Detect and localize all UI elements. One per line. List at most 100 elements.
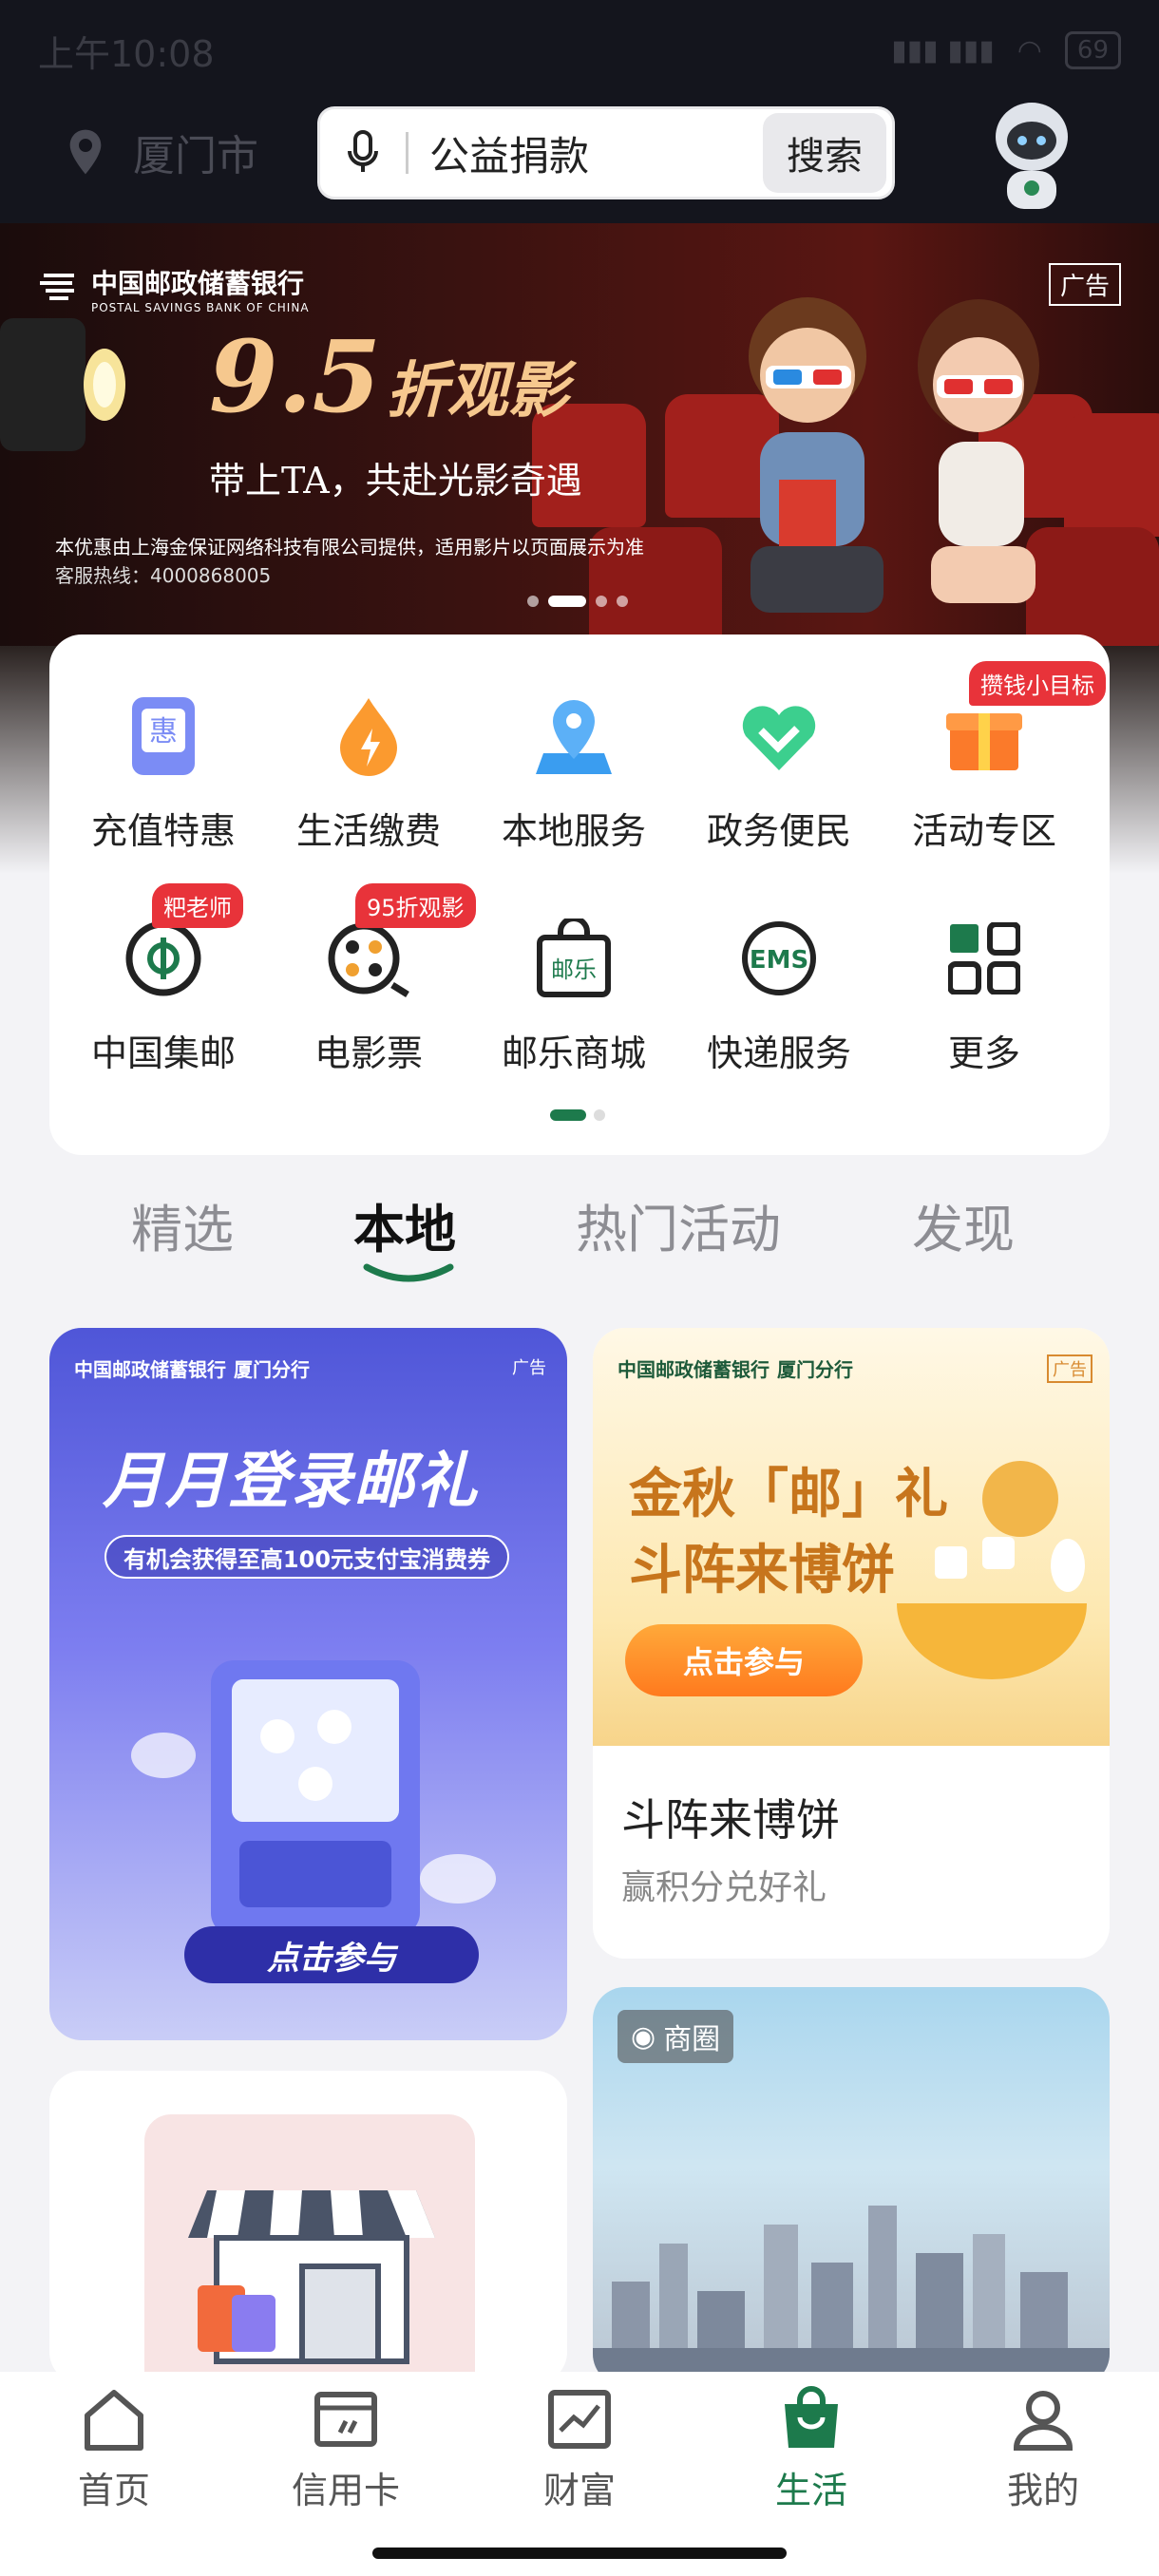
card-bank-logo: 中国邮政储蓄银行 厦门分行 — [618, 1354, 853, 1382]
projector-illustration — [0, 318, 125, 451]
feed-card-mooncake[interactable]: 中国邮政储蓄银行 厦门分行 广告 金秋「邮」礼 斗阵来博饼 点击参与 斗阵来博饼… — [593, 1328, 1110, 1959]
postal-bank-logo-icon — [40, 274, 74, 300]
nav-credit-card[interactable]: 信用卡 — [270, 2385, 422, 2513]
service-recharge[interactable]: 惠 充值特惠 — [68, 693, 258, 854]
location-pin-icon — [69, 129, 102, 175]
service-label: 中国集邮 — [90, 1032, 236, 1074]
nav-wealth[interactable]: 财富 — [504, 2385, 656, 2513]
banner-page-indicator — [527, 596, 628, 607]
feed-card-monthly-login[interactable]: 中国邮政储蓄银行 厦门分行 广告 月月登录邮礼 有机会获得至高100元支付宝消费… — [49, 1328, 567, 2040]
service-grid: 惠 充值特惠 生活缴费 本地服务 政务便民 活动专区 攒钱小目标 中国集邮 粑老… — [49, 635, 1110, 1155]
nav-label: 我的 — [1006, 2470, 1079, 2511]
service-label: 电影票 — [314, 1032, 423, 1074]
service-label: 充值特惠 — [90, 810, 236, 852]
service-label: 活动专区 — [911, 810, 1056, 852]
location-service-icon — [531, 693, 617, 779]
microphone-icon[interactable] — [320, 130, 406, 176]
city-skyline-illustration — [593, 2206, 1110, 2386]
card-cta-button[interactable]: 点击参与 — [625, 1624, 863, 1696]
shop-illustration — [144, 2114, 475, 2384]
service-movie-ticket[interactable]: 电影票 — [274, 916, 464, 1076]
card-body-subtitle: 赢积分兑好礼 — [621, 1868, 827, 1907]
service-badge-stamp: 粑老师 — [152, 883, 243, 928]
promo-headline: 9.5 折观影 — [209, 318, 569, 435]
feed-card-business-district[interactable]: ◉ 商圈 — [593, 1987, 1110, 2386]
card-bank-logo: 中国邮政储蓄银行 厦门分行 — [74, 1354, 310, 1382]
gift-machine-illustration — [131, 1660, 496, 1936]
card-tag-label: 商圈 — [663, 2023, 721, 2056]
service-badge-activity: 攒钱小目标 — [969, 661, 1106, 706]
credit-card-icon — [314, 2392, 377, 2447]
banner-dot — [617, 596, 628, 607]
card-title: 月月登录邮礼 — [103, 1447, 479, 1517]
card-bank-name: 中国邮政储蓄银行 — [74, 1358, 226, 1381]
status-time: 上午10:08 — [38, 32, 215, 75]
tab-hot-events[interactable]: 热门活动 — [576, 1187, 781, 1262]
hotline-text: 客服热线：4000868005 — [55, 564, 272, 587]
card-body-title: 斗阵来博饼 — [621, 1794, 840, 1846]
card-category-tag: ◉ 商圈 — [618, 2010, 734, 2063]
robot-assistant-icon[interactable] — [978, 95, 1085, 214]
nav-label: 首页 — [77, 2470, 150, 2511]
service-more[interactable]: 更多 — [889, 916, 1079, 1076]
home-indicator — [372, 2548, 787, 2559]
nav-label: 生活 — [774, 2470, 847, 2511]
status-bar: 上午10:08 ▮▮▮ ▮▮▮ ◠ 69 — [38, 27, 1121, 75]
fine-print-text: 本优惠由上海金保证网络科技有限公司提供，适用影片以页面展示为准 — [55, 536, 644, 559]
nav-home[interactable]: 首页 — [38, 2385, 190, 2513]
search-input[interactable]: 公益捐款 — [408, 124, 763, 182]
service-activity[interactable]: 活动专区 — [889, 693, 1079, 854]
nav-life[interactable]: 生活 — [735, 2385, 887, 2513]
gift-icon — [941, 693, 1027, 779]
page-dot-active — [550, 1109, 586, 1121]
service-stamp[interactable]: 中国集邮 — [68, 916, 258, 1076]
card-branch: 厦门分行 — [777, 1358, 853, 1381]
nav-label: 信用卡 — [291, 2470, 400, 2511]
search-bar[interactable]: 公益捐款 搜索 — [317, 106, 895, 199]
nav-profile[interactable]: 我的 — [967, 2385, 1119, 2513]
card-title-line2: 斗阵来博饼 — [629, 1539, 895, 1601]
recharge-icon: 惠 — [121, 693, 206, 779]
bank-logo: 中国邮政储蓄银行 POSTAL SAVINGS BANK OF CHINA — [38, 263, 310, 314]
tab-featured[interactable]: 精选 — [131, 1187, 234, 1262]
service-badge-movie: 95折观影 — [355, 883, 476, 928]
mooncake-bowl-illustration — [897, 1461, 1087, 1679]
promo-discount-suffix: 折观影 — [386, 355, 569, 426]
promo-tagline: 带上TA，共赴光影奇遇 — [209, 460, 582, 502]
promo-banner[interactable]: 中国邮政储蓄银行 POSTAL SAVINGS BANK OF CHINA 广告… — [0, 223, 1159, 646]
service-label: 更多 — [947, 1032, 1020, 1074]
service-label: 政务便民 — [706, 810, 851, 852]
tab-local[interactable]: 本地 — [353, 1187, 456, 1262]
card-subtitle: 有机会获得至高100元支付宝消费券 — [104, 1535, 509, 1579]
home-icon — [85, 2390, 143, 2451]
svg-text:EMS: EMS — [750, 946, 808, 975]
service-express[interactable]: EMS 快递服务 — [684, 916, 874, 1076]
service-label: 邮乐商城 — [501, 1032, 646, 1074]
battery-icon: 69 — [1064, 31, 1121, 69]
banner-dot — [596, 596, 607, 607]
mooncake-promo-image: 中国邮政储蓄银行 厦门分行 广告 金秋「邮」礼 斗阵来博饼 点击参与 — [593, 1328, 1110, 1746]
ems-icon: EMS — [736, 916, 822, 1001]
feed-card-shop[interactable] — [49, 2071, 567, 2384]
bank-name: 中国邮政储蓄银行 — [91, 268, 305, 299]
government-heart-icon — [736, 693, 822, 779]
location-selector[interactable]: 厦门市 — [59, 122, 258, 182]
service-utility-payment[interactable]: 生活缴费 — [274, 693, 464, 854]
ad-tag: 广告 — [1048, 263, 1121, 306]
profile-icon — [1013, 2391, 1074, 2451]
service-mall[interactable]: 邮乐 邮乐商城 — [479, 916, 669, 1076]
service-page-indicator — [550, 1109, 605, 1121]
active-tab-underline — [363, 1263, 454, 1282]
tab-discover[interactable]: 发现 — [912, 1187, 1015, 1262]
stamp-collection-icon — [121, 916, 206, 1001]
promo-fine-print: 本优惠由上海金保证网络科技有限公司提供，适用影片以页面展示为准 客服热线：400… — [55, 533, 644, 590]
card-cta-button[interactable]: 点击参与 — [184, 1926, 479, 1983]
target-icon: ◉ — [631, 2019, 656, 2054]
card-ad-tag: 广告 — [1047, 1354, 1092, 1383]
service-local[interactable]: 本地服务 — [479, 693, 669, 854]
search-button[interactable]: 搜索 — [763, 113, 886, 193]
shopping-bag-icon: 邮乐 — [531, 916, 617, 1001]
service-government[interactable]: 政务便民 — [684, 693, 874, 854]
storefront-icon — [188, 2190, 435, 2364]
bank-name-en: POSTAL SAVINGS BANK OF CHINA — [91, 301, 310, 314]
